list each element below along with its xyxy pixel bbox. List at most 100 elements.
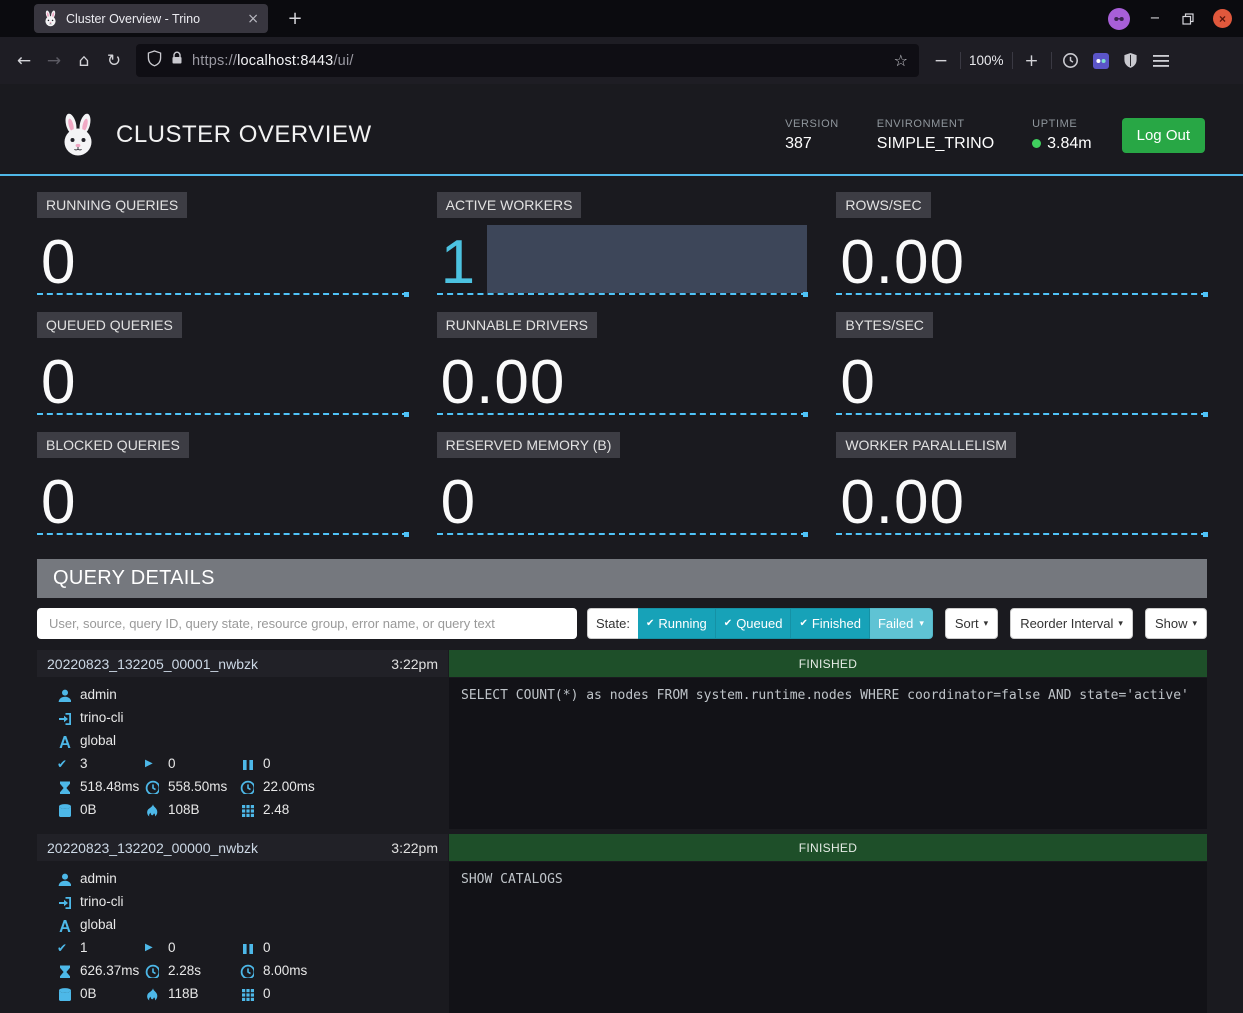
- url-bar[interactable]: https://localhost:8443/ui/ ☆: [136, 44, 919, 77]
- lock-icon[interactable]: [171, 51, 183, 70]
- sort-dropdown[interactable]: Sort▾: [945, 608, 998, 639]
- menu-button[interactable]: [1147, 46, 1175, 76]
- filter-failed-dropdown[interactable]: Failed▾: [870, 608, 933, 639]
- stat-label: RUNNABLE DRIVERS: [437, 312, 597, 338]
- page-header: CLUSTER OVERVIEW VERSION 387 ENVIRONMENT…: [0, 84, 1243, 174]
- show-dropdown[interactable]: Show▾: [1145, 608, 1207, 639]
- cluster-stats-grid: RUNNING QUERIES 0 ACTIVE WORKERS 1 ROWS/…: [0, 176, 1243, 545]
- zoom-out-button[interactable]: −: [927, 46, 955, 76]
- stat-queued-queries: QUEUED QUERIES 0: [37, 312, 408, 417]
- cpu-time-icon: [240, 964, 254, 978]
- window-close-button[interactable]: ×: [1213, 9, 1232, 28]
- bookmark-star-icon[interactable]: ☆: [894, 51, 908, 70]
- caret-down-icon: ▾: [919, 619, 924, 629]
- profile-avatar-icon[interactable]: [1108, 8, 1130, 30]
- reload-button[interactable]: ↻: [100, 46, 128, 76]
- wall-time: 626.37ms: [80, 963, 139, 978]
- stat-sparkline: [37, 533, 408, 535]
- reorder-interval-dropdown[interactable]: Reorder Interval▾: [1010, 608, 1133, 639]
- window-restore-button[interactable]: [1180, 11, 1196, 27]
- navigation-toolbar: ← → ⌂ ↻ https://localhost:8443/ui/ ☆ − 1…: [0, 37, 1243, 84]
- completed-splits: 3: [80, 756, 88, 771]
- query-resource-group: global: [80, 733, 116, 748]
- stat-label: WORKER PARALLELISM: [836, 432, 1016, 458]
- tab-title: Cluster Overview - Trino: [66, 12, 239, 26]
- filter-finished-label: Finished: [812, 616, 861, 631]
- source-icon: [57, 895, 71, 909]
- parallelism: 2.48: [263, 802, 289, 817]
- stat-value: 0: [41, 355, 76, 411]
- query-search-input[interactable]: [37, 608, 577, 639]
- browser-tab[interactable]: Cluster Overview - Trino ×: [34, 4, 268, 33]
- filter-queued-button[interactable]: ✔Queued: [716, 608, 792, 639]
- environment-value: SIMPLE_TRINO: [877, 135, 994, 153]
- toolbar-separator: [1012, 52, 1013, 69]
- toolbar-separator: [1051, 52, 1052, 69]
- stat-worker-parallelism: WORKER PARALLELISM 0.00: [836, 432, 1207, 537]
- stat-sparkline: [437, 293, 808, 295]
- peak-memory: 118B: [168, 986, 199, 1001]
- logout-button[interactable]: Log Out: [1122, 118, 1205, 153]
- query-time: 3:22pm: [391, 840, 438, 856]
- query-id-link[interactable]: 20220823_132202_00000_nwbzk: [47, 840, 258, 856]
- completed-splits-icon: ✔: [57, 941, 71, 955]
- new-tab-button[interactable]: +: [280, 4, 310, 33]
- query-status-bar: FINISHED: [449, 834, 1207, 861]
- stat-label: ACTIVE WORKERS: [437, 192, 582, 218]
- stat-label: BYTES/SEC: [836, 312, 933, 338]
- window-minimize-button[interactable]: −: [1147, 11, 1163, 27]
- parallelism: 0: [263, 986, 271, 1001]
- reorder-interval-label: Reorder Interval: [1020, 616, 1113, 631]
- running-splits: 0: [168, 940, 176, 955]
- parallelism-icon: [240, 803, 254, 817]
- query-header: 20220823_132202_00000_nwbzk 3:22pm: [37, 834, 448, 861]
- filter-finished-button[interactable]: ✔ Finished: [791, 608, 870, 639]
- cumulative-memory-icon: [145, 803, 159, 817]
- running-splits-icon: ▶: [145, 942, 159, 953]
- query-status-bar: FINISHED: [449, 650, 1207, 677]
- uptime-value: 3.84m: [1032, 135, 1091, 153]
- query-source: trino-cli: [80, 710, 124, 725]
- resource-group-icon: [57, 918, 71, 932]
- caret-down-icon: ▾: [1192, 619, 1197, 629]
- query-stats: admin trino-cli global ✔1 ▶0 0 626.37ms …: [37, 862, 448, 1013]
- stat-value: 0: [840, 355, 875, 411]
- memory-icon: [57, 803, 71, 817]
- stat-value: 0: [41, 235, 76, 291]
- zoom-in-button[interactable]: +: [1018, 46, 1046, 76]
- stat-label: ROWS/SEC: [836, 192, 930, 218]
- stat-value: 0.00: [840, 235, 965, 291]
- extension-icon[interactable]: [1087, 46, 1115, 76]
- tab-close-icon[interactable]: ×: [247, 11, 259, 27]
- completed-splits-icon: ✔: [57, 757, 71, 771]
- stat-active-workers: ACTIVE WORKERS 1: [437, 192, 808, 297]
- home-button[interactable]: ⌂: [70, 46, 98, 76]
- query-resource-group: global: [80, 917, 116, 932]
- resource-group-icon: [57, 734, 71, 748]
- queued-splits-icon: [240, 941, 254, 955]
- current-memory: 0B: [80, 802, 97, 817]
- window-close-icon: ×: [1219, 12, 1226, 26]
- zoom-level[interactable]: 100%: [966, 53, 1007, 68]
- back-button[interactable]: ←: [10, 46, 38, 76]
- check-icon: ✔: [799, 618, 807, 629]
- wall-time: 518.48ms: [80, 779, 139, 794]
- current-memory: 0B: [80, 986, 97, 1001]
- url-scheme: https://: [192, 53, 237, 69]
- history-clock-icon[interactable]: [1057, 46, 1085, 76]
- filter-running-button[interactable]: ✔Running: [638, 608, 716, 639]
- tracking-shield-icon[interactable]: [147, 50, 162, 72]
- running-splits-icon: ▶: [145, 758, 159, 769]
- query-id-link[interactable]: 20220823_132205_00001_nwbzk: [47, 656, 258, 672]
- wall-time-icon: [57, 964, 71, 978]
- query-source: trino-cli: [80, 894, 124, 909]
- stat-value: 1: [441, 235, 476, 291]
- cumulative-memory-icon: [145, 987, 159, 1001]
- parallelism-icon: [240, 987, 254, 1001]
- privacy-shield-icon[interactable]: [1117, 46, 1145, 76]
- page-title: CLUSTER OVERVIEW: [116, 121, 372, 149]
- forward-button[interactable]: →: [40, 46, 68, 76]
- elapsed-time: 2.28s: [168, 963, 201, 978]
- query-sql-text: SELECT COUNT(*) as nodes FROM system.run…: [449, 678, 1207, 829]
- uptime-text: 3.84m: [1047, 135, 1091, 153]
